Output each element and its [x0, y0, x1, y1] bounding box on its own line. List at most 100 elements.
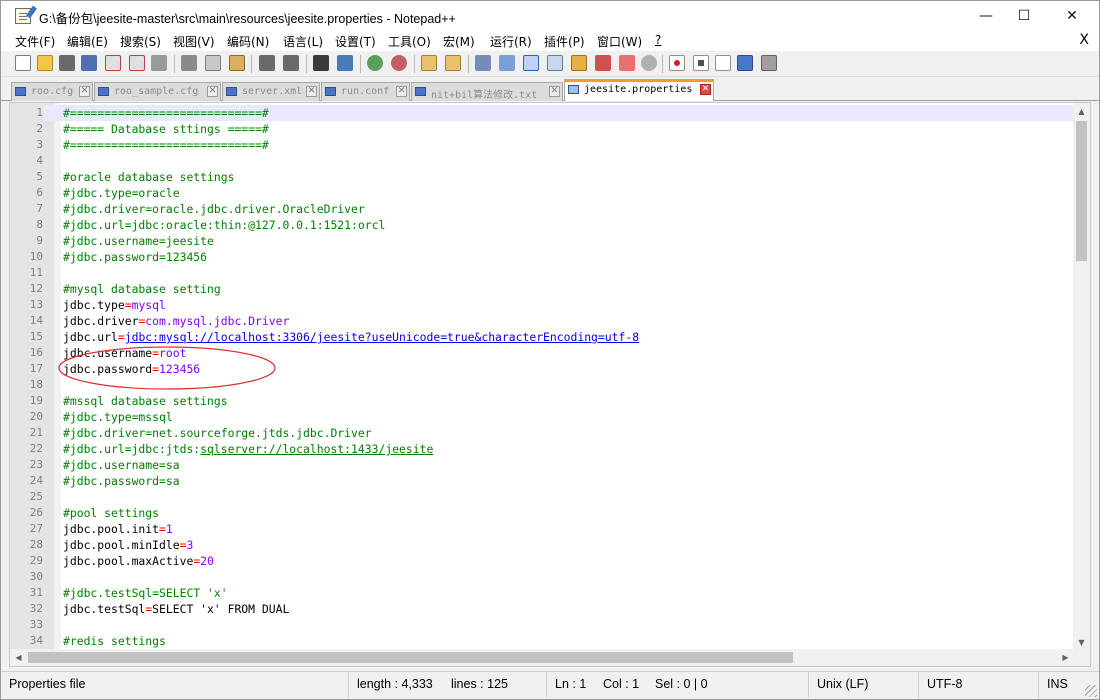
save-macro-icon[interactable] [761, 55, 777, 71]
sync-vertical-icon[interactable] [421, 55, 437, 71]
code-line[interactable]: 21 #jdbc.driver=net.sourceforge.jtds.jdbc… [10, 425, 1074, 441]
line-text[interactable]: #jdbc.username=sa [63, 457, 180, 473]
close-document-button[interactable]: X [1079, 32, 1089, 48]
code-line[interactable]: 23 #jdbc.username=sa [10, 457, 1074, 473]
status-insert-mode[interactable]: INS [1039, 672, 1083, 698]
code-line[interactable]: 20 #jdbc.type=mssql [10, 409, 1074, 425]
code-line[interactable]: 17 jdbc.password=123456 [10, 361, 1074, 377]
cut-icon[interactable] [181, 55, 197, 71]
tab-close-icon[interactable]: ✕ [549, 86, 560, 97]
undo-icon[interactable] [259, 55, 275, 71]
doc-map-icon[interactable] [547, 55, 563, 71]
code-line[interactable]: 27 jdbc.pool.init=1 [10, 521, 1074, 537]
play-macro-icon[interactable] [715, 55, 731, 71]
line-text[interactable]: #mysql database setting [63, 281, 221, 297]
maximize-button[interactable]: ☐ [1001, 1, 1047, 31]
folder-workspace-icon[interactable] [595, 55, 611, 71]
line-text[interactable]: #pool settings [63, 505, 159, 521]
menu-encoding[interactable]: 编码(N) [227, 33, 269, 50]
line-text[interactable]: #oracle database settings [63, 169, 234, 185]
menu-window[interactable]: 窗口(W) [597, 33, 642, 50]
line-text[interactable]: jdbc.pool.maxActive=20 [63, 553, 214, 569]
code-line[interactable]: 6 #jdbc.type=oracle [10, 185, 1074, 201]
scroll-right-icon[interactable]: ▶ [1057, 649, 1074, 666]
line-text[interactable]: jdbc.testSql=SELECT 'x' FROM DUAL [63, 601, 289, 617]
horizontal-scroll-thumb[interactable] [28, 652, 793, 663]
eye-icon[interactable] [641, 55, 657, 71]
line-text[interactable]: #jdbc.url=jdbc:jtds:sqlserver://localhos… [63, 441, 433, 457]
code-line[interactable]: 12 #mysql database setting [10, 281, 1074, 297]
code-line[interactable]: 16 jdbc.username=root [10, 345, 1074, 361]
notepadpp-app-icon[interactable] [15, 5, 37, 24]
tab-close-icon[interactable]: ✕ [79, 86, 90, 97]
close-window-button[interactable]: ✕ [1049, 1, 1095, 31]
save-all-icon[interactable] [81, 55, 97, 71]
code-line[interactable]: 18 [10, 377, 1074, 393]
code-line[interactable]: 34 #redis settings [10, 633, 1074, 649]
line-text[interactable]: #jdbc.testSql=SELECT 'x' [63, 585, 228, 601]
code-line[interactable]: 15 jdbc.url=jdbc:mysql://localhost:3306/j… [10, 329, 1074, 345]
code-line[interactable]: 26 #pool settings [10, 505, 1074, 521]
line-text[interactable]: #============================# [63, 105, 269, 121]
menu-search[interactable]: 搜索(S) [120, 33, 161, 50]
line-text[interactable]: #jdbc.password=123456 [63, 249, 207, 265]
code-line[interactable]: 29 jdbc.pool.maxActive=20 [10, 553, 1074, 569]
replace-icon[interactable] [337, 55, 353, 71]
editor-lines[interactable]: 1 #============================# 2 #===== D… [10, 105, 1074, 649]
code-line[interactable]: 28 jdbc.pool.minIdle=3 [10, 537, 1074, 553]
tab-jeesite-properties[interactable]: jeesite.properties ✕ [564, 79, 714, 101]
line-text[interactable]: #============================# [63, 137, 269, 153]
menu-settings[interactable]: 设置(T) [335, 33, 376, 50]
save-icon[interactable] [59, 55, 75, 71]
code-line[interactable]: 19 #mssql database settings [10, 393, 1074, 409]
code-line[interactable]: 5 #oracle database settings [10, 169, 1074, 185]
show-all-chars-icon[interactable] [499, 55, 515, 71]
line-text[interactable]: #jdbc.type=oracle [63, 185, 180, 201]
tab-close-icon[interactable]: ✕ [306, 86, 317, 97]
monitor-icon[interactable] [619, 55, 635, 71]
code-line[interactable]: 31 #jdbc.testSql=SELECT 'x' [10, 585, 1074, 601]
word-wrap-icon[interactable] [475, 55, 491, 71]
tab-close-icon[interactable]: ✕ [207, 86, 218, 97]
close-all-icon[interactable] [129, 55, 145, 71]
sync-horizontal-icon[interactable] [445, 55, 461, 71]
new-file-icon[interactable] [15, 55, 31, 71]
menu-language[interactable]: 语言(L) [283, 33, 323, 50]
menu-file[interactable]: 文件(F) [15, 33, 55, 50]
line-text[interactable]: #jdbc.driver=net.sourceforge.jtds.jdbc.D… [63, 425, 372, 441]
tab-run-conf[interactable]: run.conf ✕ [321, 82, 410, 101]
copy-icon[interactable] [205, 55, 221, 71]
line-text[interactable]: jdbc.pool.init=1 [63, 521, 173, 537]
vertical-scrollbar[interactable]: ▲ ▼ [1073, 103, 1090, 651]
menu-help[interactable]: ? [655, 33, 661, 47]
menu-macro[interactable]: 宏(M) [443, 33, 475, 50]
code-line[interactable]: 22 #jdbc.url=jdbc:jtds:sqlserver://localh… [10, 441, 1074, 457]
code-line[interactable]: 14 jdbc.driver=com.mysql.jdbc.Driver [10, 313, 1074, 329]
code-line[interactable]: 8 #jdbc.url=jdbc:oracle:thin:@127.0.0.1:1… [10, 217, 1074, 233]
find-icon[interactable] [313, 55, 329, 71]
code-line[interactable]: 25 [10, 489, 1074, 505]
line-text[interactable]: jdbc.pool.minIdle=3 [63, 537, 193, 553]
code-line[interactable]: 13 jdbc.type=mysql [10, 297, 1074, 313]
editor-area[interactable]: 1 #============================# 2 #===== D… [9, 102, 1091, 667]
line-text[interactable]: jdbc.password=123456 [63, 361, 200, 377]
code-line[interactable]: 33 [10, 617, 1074, 633]
line-text[interactable]: jdbc.url=jdbc:mysql://localhost:3306/jee… [63, 329, 639, 345]
scroll-left-icon[interactable]: ◀ [10, 649, 27, 666]
line-text[interactable]: #jdbc.driver=oracle.jdbc.driver.OracleDr… [63, 201, 365, 217]
vertical-scroll-thumb[interactable] [1076, 121, 1087, 261]
line-text[interactable]: #mssql database settings [63, 393, 228, 409]
menu-run[interactable]: 运行(R) [490, 33, 532, 50]
tab-roo-sample-cfg[interactable]: roo_sample.cfg ✕ [94, 82, 221, 101]
title-bar[interactable]: G:\备份包\jeesite-master\src\main\resources… [1, 1, 1099, 31]
code-line[interactable]: 9 #jdbc.username=jeesite [10, 233, 1074, 249]
code-line[interactable]: 4 [10, 153, 1074, 169]
menu-edit[interactable]: 编辑(E) [67, 33, 108, 50]
line-text[interactable]: #jdbc.username=jeesite [63, 233, 214, 249]
tab-roo-cfg[interactable]: roo.cfg ✕ [11, 82, 93, 101]
function-list-icon[interactable] [571, 55, 587, 71]
scroll-up-icon[interactable]: ▲ [1073, 103, 1090, 120]
zoom-out-icon[interactable] [391, 55, 407, 71]
menu-view[interactable]: 视图(V) [173, 33, 215, 50]
line-text[interactable]: #jdbc.type=mssql [63, 409, 173, 425]
